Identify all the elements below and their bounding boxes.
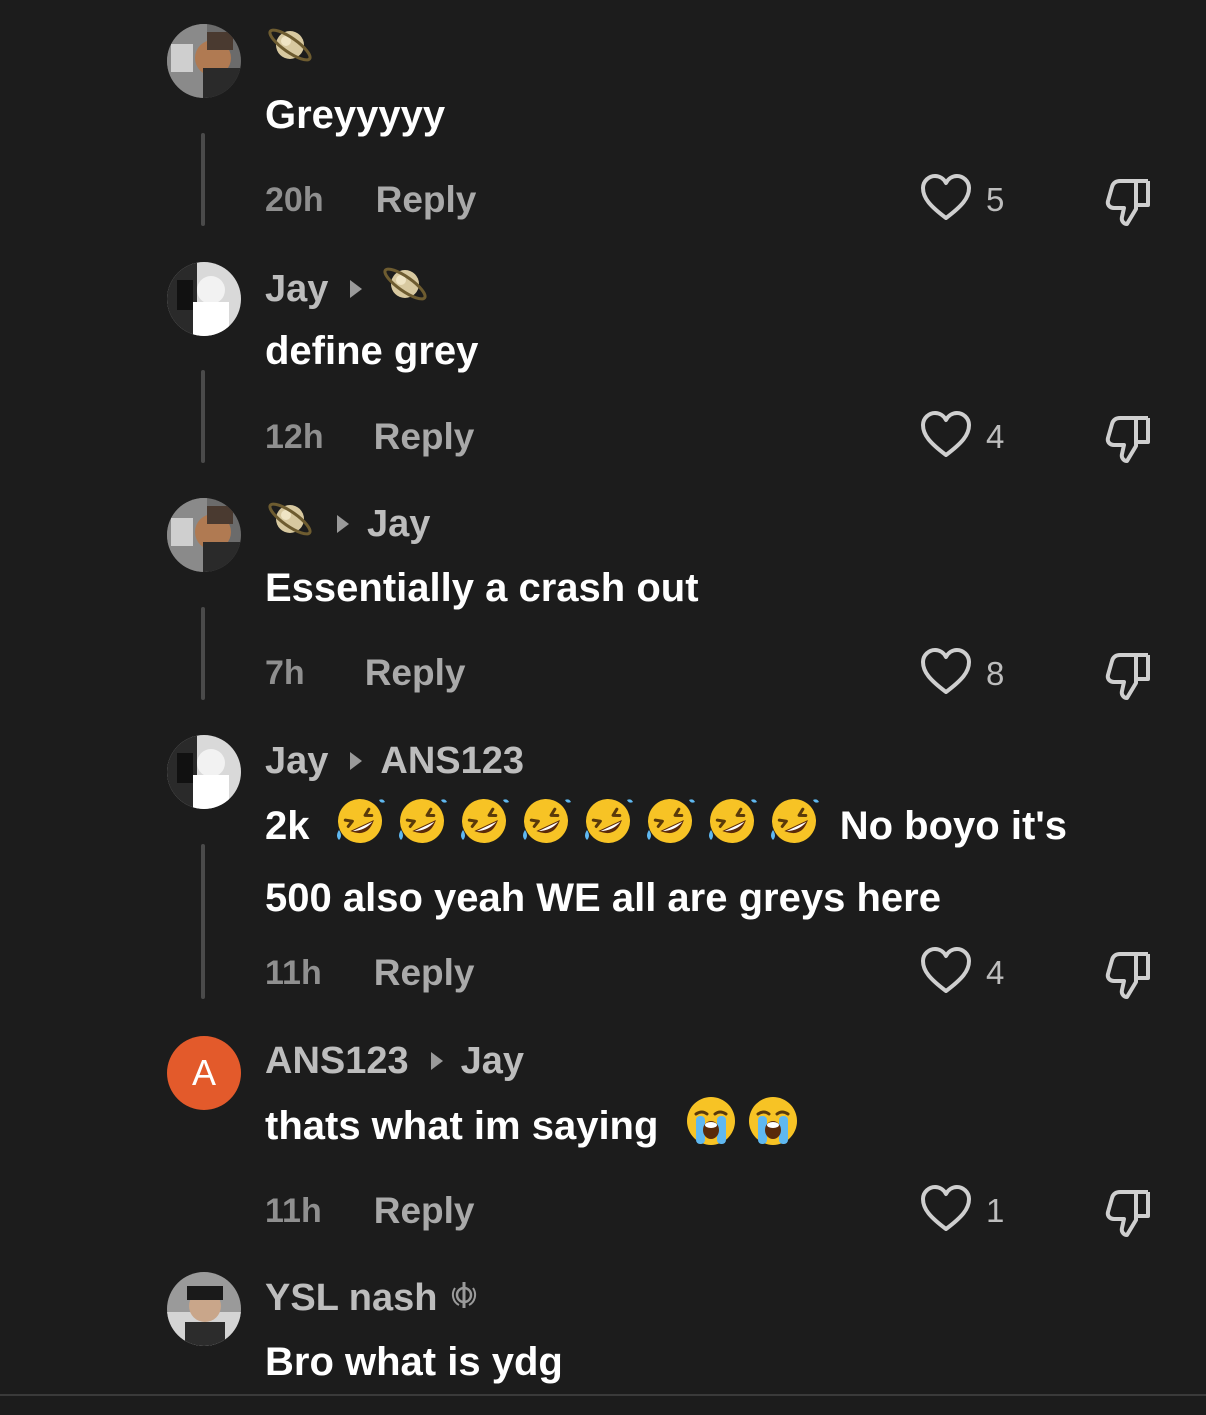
reply-button[interactable]: Reply [376,179,477,221]
reply-arrow-icon [337,515,349,533]
like-count: 5 [986,181,1005,218]
crying-emoji-icon [746,1094,800,1167]
comment-meta: 20h Reply [265,176,476,224]
timestamp: 7h [265,653,305,692]
avatar[interactable]: A [167,1036,241,1110]
like-count: 8 [986,655,1005,692]
dislike-button[interactable] [1100,649,1154,701]
author-name[interactable]: YSL nash [265,1277,437,1320]
reply-arrow-icon [350,280,363,298]
text-suffix: No boyo it's [839,804,1068,848]
dislike-button[interactable] [1100,948,1154,1000]
avatar[interactable] [167,24,241,98]
like-count: 4 [986,954,1005,991]
reply-button[interactable]: Reply [374,416,475,458]
planet-icon [380,260,430,318]
comment-header: Jay [265,264,430,314]
heart-icon [920,1184,972,1238]
heart-icon [920,647,972,701]
rofl-emoji-icon [519,794,573,867]
thumbs-down-icon [1100,653,1154,705]
avatar-letter: A [191,1052,216,1093]
bottom-divider [0,1394,1206,1396]
reply-button[interactable]: Reply [374,952,475,994]
crying-emoji-icon [684,1094,738,1167]
like-count: 4 [986,418,1005,455]
rofl-emoji-icon [395,794,449,867]
like-button[interactable]: 8 [920,647,1005,701]
reply-to-name[interactable]: Jay [367,503,430,546]
emoji-group [684,1097,808,1148]
avatar[interactable] [167,498,241,572]
timestamp: 11h [265,953,322,992]
comment-header [265,25,315,75]
planet-icon [265,495,315,553]
comment-text: Bro what is ydg [265,1340,563,1384]
reply-arrow-icon [430,1052,443,1070]
thread-line [201,607,205,700]
reply-to-name[interactable]: Jay [461,1040,524,1083]
comment-header: ANS123 Jay [265,1036,524,1086]
comment-header: Jay [265,499,430,549]
thumbs-down-icon [1100,179,1154,231]
heart-icon [920,410,972,464]
dislike-button[interactable] [1100,175,1154,227]
comment-meta: 7h Reply [265,649,465,697]
avatar[interactable] [167,1272,241,1346]
comment-text: Essentially a crash out [265,566,699,610]
dislike-button[interactable] [1100,412,1154,464]
comment-text: 2k No boyo it's 500 also yeah WE all are… [265,794,1145,930]
comment-header: Jay ANS123 [265,736,524,786]
khanda-icon [451,1277,477,1320]
heart-icon [920,173,972,227]
like-button[interactable]: 5 [920,173,1005,227]
reply-button[interactable]: Reply [365,652,466,694]
rofl-emoji-icon [457,794,511,867]
rofl-emoji-icon [705,794,759,867]
timestamp: 20h [265,180,324,219]
avatar[interactable] [167,735,241,809]
comment-text-line2: 500 also yeah WE all are greys here [265,876,941,920]
reply-arrow-icon [350,752,363,770]
like-button[interactable]: 1 [920,1184,1005,1238]
thread-line [201,370,205,463]
rofl-emoji-icon [581,794,635,867]
author-name[interactable]: Jay [265,740,328,783]
timestamp: 12h [265,417,324,456]
like-button[interactable]: 4 [920,410,1005,464]
heart-icon [920,946,972,1000]
comment-header: YSL nash [265,1273,477,1323]
thumbs-down-icon [1100,952,1154,1004]
comment-text-line1: 2k No boyo it's [265,794,1145,867]
reply-to-name[interactable]: ANS123 [380,740,524,783]
rofl-emoji-icon [643,794,697,867]
text-prefix: 2k [265,804,310,848]
rofl-emoji-icon [767,794,821,867]
thread-line [201,844,205,999]
rofl-emoji-icon [333,794,387,867]
comment-meta: 11h Reply [265,949,474,997]
comment-text: thats what im saying [265,1094,1145,1167]
reply-button[interactable]: Reply [374,1190,475,1232]
author-name[interactable]: Jay [265,268,328,311]
like-count: 1 [986,1192,1005,1229]
thread-line [201,133,205,226]
dislike-button[interactable] [1100,1186,1154,1238]
avatar[interactable] [167,262,241,336]
emoji-group [333,799,829,848]
comment-text: Greyyyyy [265,93,446,137]
timestamp: 11h [265,1191,322,1230]
like-button[interactable]: 4 [920,946,1005,1000]
author-name[interactable]: ANS123 [265,1040,409,1083]
planet-icon [265,21,315,79]
comment-text-main: thats what im saying [265,1104,659,1148]
comment-meta: 12h Reply [265,413,474,461]
comment-meta: 11h Reply [265,1187,474,1235]
comment-text: define grey [265,329,479,373]
thumbs-down-icon [1100,1190,1154,1242]
thumbs-down-icon [1100,416,1154,468]
